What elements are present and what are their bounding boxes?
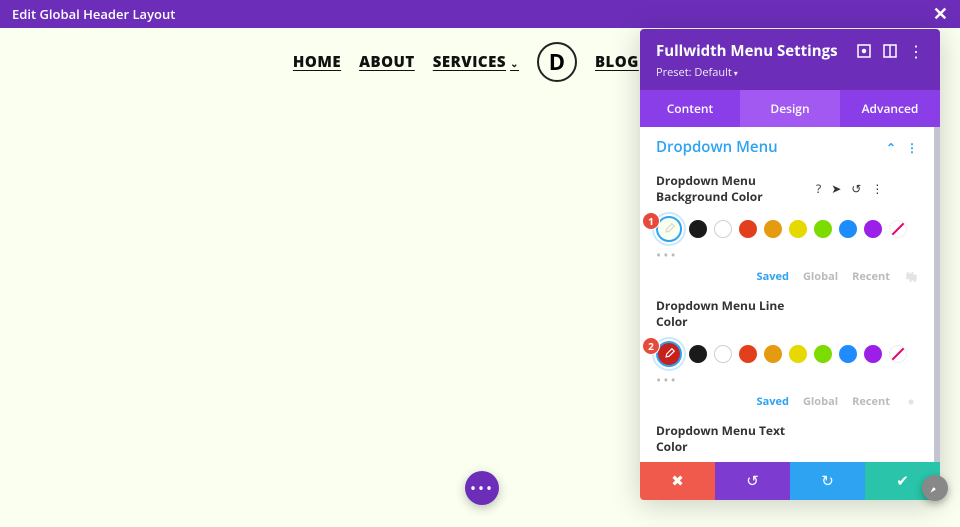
swatch-red[interactable]	[739, 345, 757, 363]
swatch-orange[interactable]	[764, 345, 782, 363]
main-swatch-line[interactable]: 2	[656, 341, 682, 367]
field-line-color: Dropdown Menu Line Color	[640, 292, 934, 331]
swatch-green[interactable]	[814, 345, 832, 363]
expand-icon[interactable]	[856, 43, 872, 59]
more-dots[interactable]: •••	[640, 246, 934, 269]
redo-button[interactable]: ↻	[790, 462, 865, 500]
field-text-color: Dropdown Menu Text Color	[640, 417, 934, 456]
swatch-orange[interactable]	[764, 220, 782, 238]
panel-footer: ✖ ↺ ↻ ✔	[640, 462, 940, 500]
swatch-purple[interactable]	[864, 220, 882, 238]
top-bar: Edit Global Header Layout ✕	[0, 0, 960, 28]
panel-body[interactable]: Dropdown Menu ⌃ ⋮ Dropdown Menu Backgrou…	[640, 127, 940, 462]
main-swatch-bg[interactable]: 1	[656, 216, 682, 242]
floating-tool-button[interactable]	[922, 475, 948, 501]
swatch-yellow[interactable]	[789, 220, 807, 238]
swatch-yellow[interactable]	[789, 345, 807, 363]
top-bar-title: Edit Global Header Layout	[12, 5, 933, 23]
nav-services[interactable]: SERVICES⌄	[433, 52, 519, 72]
swatch-blue[interactable]	[839, 345, 857, 363]
chevron-down-icon: ⌄	[510, 56, 519, 70]
swatch-white[interactable]	[714, 345, 732, 363]
kebab-icon[interactable]: ⋮	[906, 139, 918, 156]
settings-panel: Fullwidth Menu Settings ⋮ Preset: Defaul…	[640, 29, 940, 500]
logo[interactable]: D	[537, 42, 577, 82]
ptab-saved[interactable]: Saved	[757, 269, 789, 284]
kebab-icon[interactable]: ⋮	[871, 180, 883, 197]
swatch-row-line: 2	[640, 331, 934, 371]
annotation-2: 2	[642, 337, 660, 355]
panel-title: Fullwidth Menu Settings	[656, 41, 846, 61]
nav-about[interactable]: ABOUT	[359, 52, 415, 72]
gear-icon[interactable]	[904, 270, 918, 284]
section-dropdown-menu[interactable]: Dropdown Menu ⌃ ⋮	[640, 127, 934, 167]
palette-tabs: Saved Global Recent	[640, 394, 934, 417]
close-icon[interactable]: ✕	[933, 5, 948, 23]
panel-tabs: Content Design Advanced	[640, 90, 940, 127]
swatch-white[interactable]	[714, 220, 732, 238]
ptab-global[interactable]: Global	[803, 394, 838, 409]
preset-selector[interactable]: Preset: Default▾	[656, 65, 924, 80]
annotation-1: 1	[642, 212, 660, 230]
tab-design[interactable]: Design	[740, 90, 840, 127]
columns-icon[interactable]	[882, 43, 898, 59]
tab-content[interactable]: Content	[640, 90, 740, 127]
eyedropper-swatch[interactable]	[889, 345, 907, 363]
nav-home[interactable]: HOME	[293, 52, 341, 72]
ptab-recent[interactable]: Recent	[852, 394, 890, 409]
cursor-icon[interactable]: ➤	[831, 180, 841, 197]
swatch-red[interactable]	[739, 220, 757, 238]
palette-tabs: Saved Global Recent	[640, 269, 934, 292]
kebab-icon[interactable]: ⋮	[908, 43, 924, 59]
cancel-button[interactable]: ✖	[640, 462, 715, 500]
floating-menu-button[interactable]: •••	[465, 471, 499, 505]
swatch-row-bg: 1	[640, 206, 934, 246]
tab-advanced[interactable]: Advanced	[840, 90, 940, 127]
swatch-blue[interactable]	[839, 220, 857, 238]
ptab-recent[interactable]: Recent	[852, 269, 890, 284]
nav-blog[interactable]: BLOG	[595, 52, 639, 72]
undo-icon[interactable]: ↺	[851, 180, 861, 197]
undo-button[interactable]: ↺	[715, 462, 790, 500]
ptab-global[interactable]: Global	[803, 269, 838, 284]
eyedropper-swatch[interactable]	[889, 220, 907, 238]
swatch-green[interactable]	[814, 220, 832, 238]
swatch-black[interactable]	[689, 345, 707, 363]
more-dots[interactable]: •••	[640, 371, 934, 394]
ptab-saved[interactable]: Saved	[757, 394, 789, 409]
swatch-black[interactable]	[689, 220, 707, 238]
field-bg-color: Dropdown Menu Background Color ? ➤ ↺ ⋮	[640, 167, 934, 206]
panel-header: Fullwidth Menu Settings ⋮ Preset: Defaul…	[640, 29, 940, 90]
help-icon[interactable]: ?	[816, 180, 821, 197]
gear-icon[interactable]	[904, 395, 918, 409]
swatch-purple[interactable]	[864, 345, 882, 363]
chevron-up-icon[interactable]: ⌃	[886, 139, 896, 156]
